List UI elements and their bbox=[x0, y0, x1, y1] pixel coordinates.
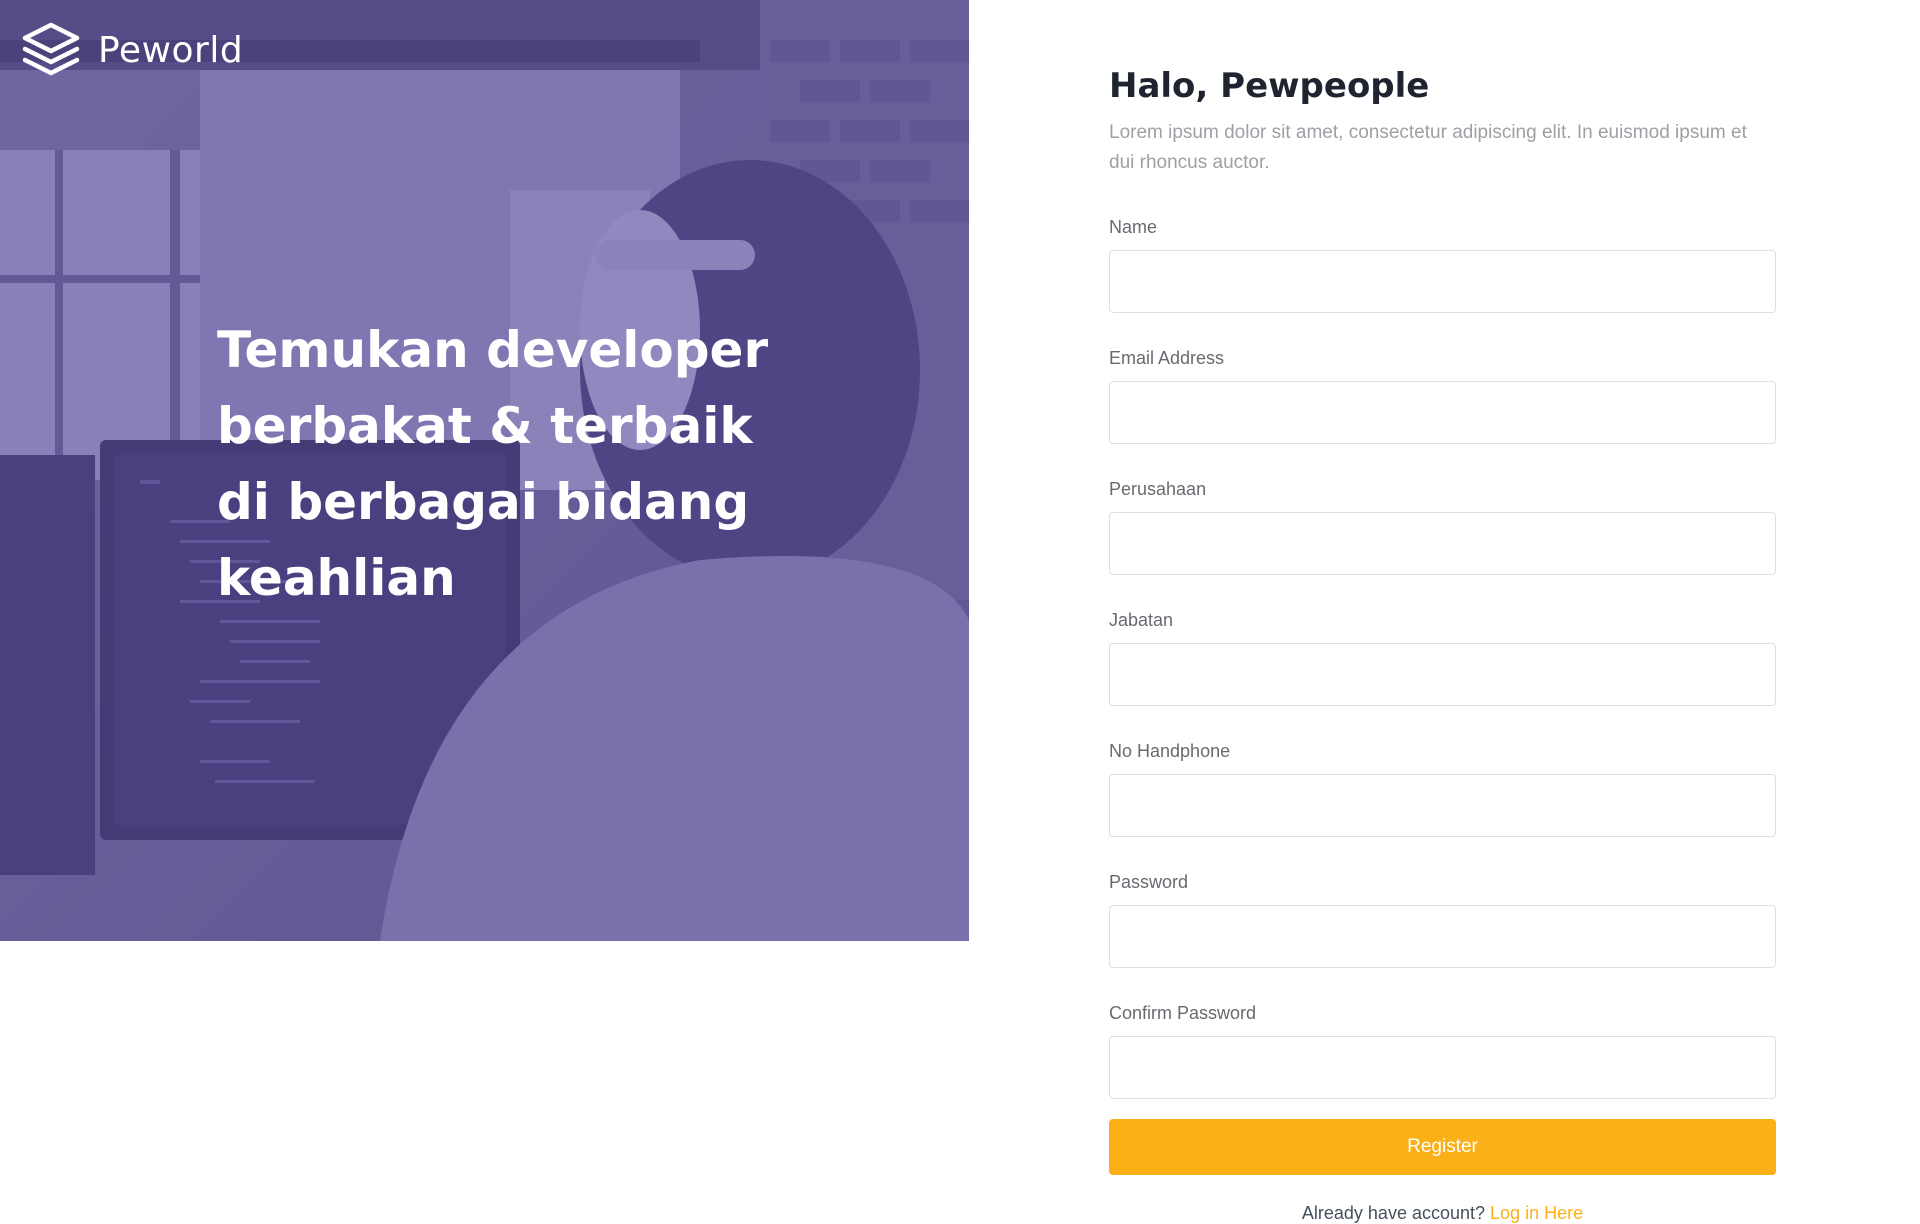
login-prompt: Already have account? Log in Here bbox=[1109, 1203, 1776, 1224]
position-field-group: Jabatan bbox=[1109, 609, 1776, 706]
email-field-group: Email Address bbox=[1109, 347, 1776, 444]
brand-logo[interactable]: Peworld bbox=[20, 20, 243, 80]
phone-label: No Handphone bbox=[1109, 741, 1231, 761]
phone-input[interactable] bbox=[1109, 774, 1776, 837]
stacked-layers-icon bbox=[20, 20, 82, 80]
password-field-group: Password bbox=[1109, 871, 1776, 968]
name-input[interactable] bbox=[1109, 250, 1776, 313]
login-link[interactable]: Log in Here bbox=[1490, 1203, 1583, 1223]
position-label: Jabatan bbox=[1109, 610, 1174, 630]
position-input[interactable] bbox=[1109, 643, 1776, 706]
hero-headline: Temukan developer berbakat & terbaik di … bbox=[217, 321, 769, 607]
confirm-password-field-group: Confirm Password bbox=[1109, 1002, 1776, 1099]
company-label: Perusahaan bbox=[1109, 479, 1207, 499]
confirm-password-input[interactable] bbox=[1109, 1036, 1776, 1099]
email-label: Email Address bbox=[1109, 348, 1225, 368]
email-input[interactable] bbox=[1109, 381, 1776, 444]
hero-panel: Peworld Temukan developer berbakat & ter… bbox=[0, 0, 969, 941]
login-prompt-text: Already have account? bbox=[1301, 1203, 1486, 1223]
brand-name: Peworld bbox=[98, 29, 244, 71]
page-description: Lorem ipsum dolor sit amet, consectetur … bbox=[1109, 122, 1747, 173]
company-field-group: Perusahaan bbox=[1109, 478, 1776, 575]
password-label: Password bbox=[1109, 872, 1189, 892]
register-panel: Halo, Pewpeople Lorem ipsum dolor sit am… bbox=[1109, 60, 1776, 1224]
company-input[interactable] bbox=[1109, 512, 1776, 575]
password-input[interactable] bbox=[1109, 905, 1776, 968]
phone-field-group: No Handphone bbox=[1109, 740, 1776, 837]
name-label: Name bbox=[1109, 217, 1158, 237]
name-field-group: Name bbox=[1109, 216, 1776, 313]
register-form: Name Email Address Perusahaan Jabatan No… bbox=[1109, 216, 1776, 1224]
page-title: Halo, Pewpeople bbox=[1109, 66, 1430, 106]
register-button[interactable]: Register bbox=[1109, 1119, 1776, 1175]
confirm-password-label: Confirm Password bbox=[1109, 1003, 1257, 1023]
